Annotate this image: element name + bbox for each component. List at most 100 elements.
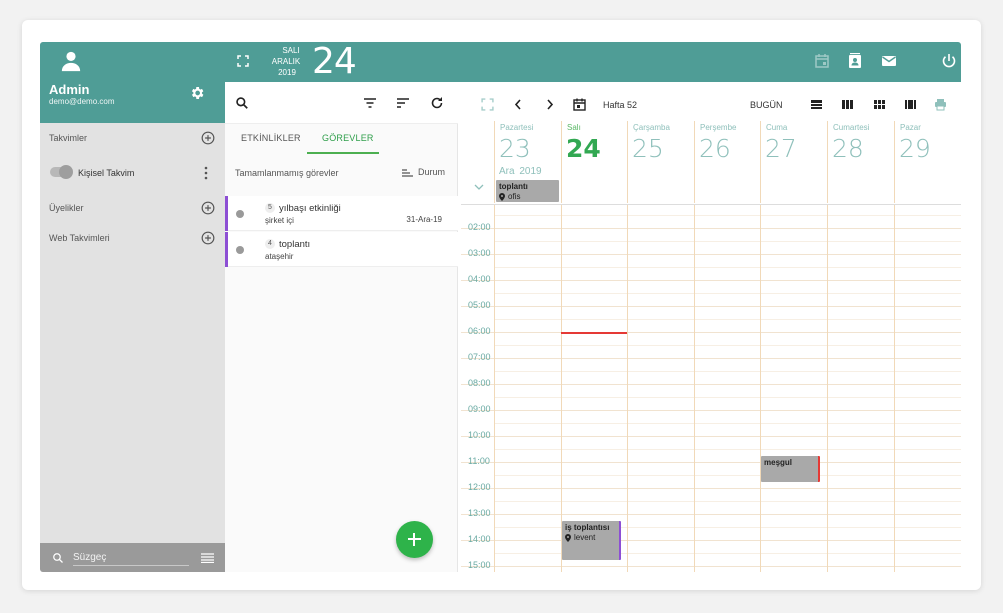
task-item[interactable]: 4 toplantı ataşehir	[225, 232, 458, 267]
task-checkbox[interactable]	[236, 246, 244, 254]
day-header[interactable]: Perşembe 26	[694, 121, 760, 203]
incomplete-tasks-label: Tamamlanmamış görevler	[235, 168, 339, 178]
week-view-icon[interactable]	[841, 98, 854, 111]
month-label: Ara	[499, 166, 515, 177]
week-calendar: Hafta 52 BUGÜN Pazartesi 23 Salı 24 Çarş…	[461, 87, 961, 572]
day-name: Pazar	[900, 123, 921, 132]
tab-tasks[interactable]: GÖREVLER	[322, 133, 374, 143]
chevron-right-icon[interactable]	[543, 98, 556, 111]
personal-calendar-toggle[interactable]	[50, 165, 73, 179]
day-name: Perşembe	[700, 123, 737, 132]
chevron-left-icon[interactable]	[512, 98, 525, 111]
event-location: levent	[574, 532, 596, 542]
filter-input[interactable]: Süzgeç	[73, 552, 189, 566]
gear-icon[interactable]	[189, 85, 205, 101]
sort-icon[interactable]	[396, 96, 410, 110]
hour-gridline	[461, 306, 961, 307]
day-header[interactable]: Çarşamba 25	[627, 121, 694, 203]
current-time-indicator	[561, 332, 627, 334]
mail-icon[interactable]	[881, 53, 897, 69]
agenda-view-icon[interactable]	[904, 98, 917, 111]
day-name: Cuma	[766, 123, 788, 132]
calendar-picker-icon[interactable]	[573, 98, 586, 111]
search-icon	[53, 553, 63, 563]
hour-gridline	[461, 436, 961, 437]
event-title: iş toplantısı	[565, 522, 610, 532]
sidebar: Admin demo@demo.com Takvimler Kişisel Ta…	[40, 42, 225, 572]
user-avatar-icon[interactable]	[60, 50, 82, 72]
active-tab-indicator	[307, 152, 379, 154]
add-membership-icon[interactable]	[201, 201, 215, 215]
day-column-divider	[760, 205, 761, 572]
day-number: 28	[832, 134, 864, 163]
filter-bar: Süzgeç	[40, 543, 225, 572]
tab-events[interactable]: ETKİNLİKLER	[241, 133, 301, 143]
task-location: şirket içi	[265, 216, 294, 225]
sort-status-label[interactable]: Durum	[418, 167, 445, 177]
hour-label: 13:00	[468, 508, 491, 518]
filter-list-icon[interactable]	[201, 553, 214, 563]
half-hour-gridline	[494, 371, 961, 372]
day-number: 25	[632, 134, 664, 163]
user-header: Admin demo@demo.com	[40, 42, 225, 123]
day-header[interactable]: Salı 24	[561, 121, 627, 203]
current-month: ARALIK	[271, 57, 301, 66]
event-block[interactable]: meşgul	[761, 455, 820, 482]
today-button[interactable]: BUGÜN	[750, 100, 783, 110]
hour-gridline	[461, 332, 961, 333]
power-icon[interactable]	[941, 53, 957, 69]
half-hour-gridline	[494, 293, 961, 294]
task-item[interactable]: 5 yılbaşı etkinliği şirket içi 31-Ara-19	[225, 196, 458, 231]
fullscreen-icon[interactable]	[237, 55, 249, 67]
half-hour-gridline	[494, 241, 961, 242]
hour-gridline	[461, 410, 961, 411]
add-web-calendar-icon[interactable]	[201, 231, 215, 245]
half-hour-gridline	[494, 267, 961, 268]
user-name: Admin	[49, 82, 90, 97]
fullscreen-icon[interactable]	[481, 98, 494, 111]
hour-label: 01:00	[468, 205, 491, 206]
filter-icon[interactable]	[363, 96, 377, 110]
day-header[interactable]: Pazar 29	[894, 121, 961, 203]
day-column-divider	[494, 205, 495, 572]
half-hour-gridline	[494, 475, 961, 476]
task-checkbox[interactable]	[236, 210, 244, 218]
year-label: 2019	[519, 166, 542, 177]
week-number-label: Hafta 52	[603, 100, 638, 110]
day-column-divider	[561, 205, 562, 572]
contacts-icon[interactable]	[847, 53, 863, 69]
half-hour-gridline	[494, 449, 961, 450]
panel-tabs: ETKİNLİKLER GÖREVLER	[225, 124, 458, 154]
day-number: 23	[499, 134, 531, 163]
time-grid: 01:00 02:00 03:00 04:00 05:00 06:00 07:00 08:00…	[461, 204, 961, 572]
day-header[interactable]: Cumartesi 28	[827, 121, 894, 203]
print-icon[interactable]	[934, 98, 947, 111]
half-hour-gridline	[494, 501, 961, 502]
add-calendar-icon[interactable]	[201, 131, 215, 145]
hour-gridline	[461, 488, 961, 489]
allday-event[interactable]: toplantı ofis	[496, 180, 559, 202]
month-view-icon[interactable]	[873, 98, 886, 111]
day-header[interactable]: Cuma 27	[760, 121, 827, 203]
search-icon[interactable]	[235, 96, 249, 110]
calendar-today-icon[interactable]	[814, 53, 830, 69]
half-hour-gridline	[494, 345, 961, 346]
personal-calendar-label: Kişisel Takvim	[78, 168, 135, 178]
task-title: toplantı	[279, 239, 311, 250]
refresh-icon[interactable]	[430, 96, 444, 110]
hour-label: 12:00	[468, 482, 491, 492]
hour-gridline	[461, 358, 961, 359]
sort-status-icon[interactable]	[402, 169, 413, 177]
event-block[interactable]: iş toplantısı levent	[562, 520, 621, 560]
current-year: 2019	[278, 68, 296, 77]
day-view-icon[interactable]	[810, 98, 823, 111]
event-title: meşgul	[764, 457, 793, 467]
hour-gridline	[461, 384, 961, 385]
chevron-down-icon[interactable]	[474, 183, 484, 191]
event-location: ofis	[508, 192, 521, 201]
hour-gridline	[461, 514, 961, 515]
day-name: Çarşamba	[633, 123, 670, 132]
more-vert-icon[interactable]	[203, 166, 209, 180]
task-location: ataşehir	[265, 252, 294, 261]
add-task-button[interactable]	[396, 521, 433, 558]
